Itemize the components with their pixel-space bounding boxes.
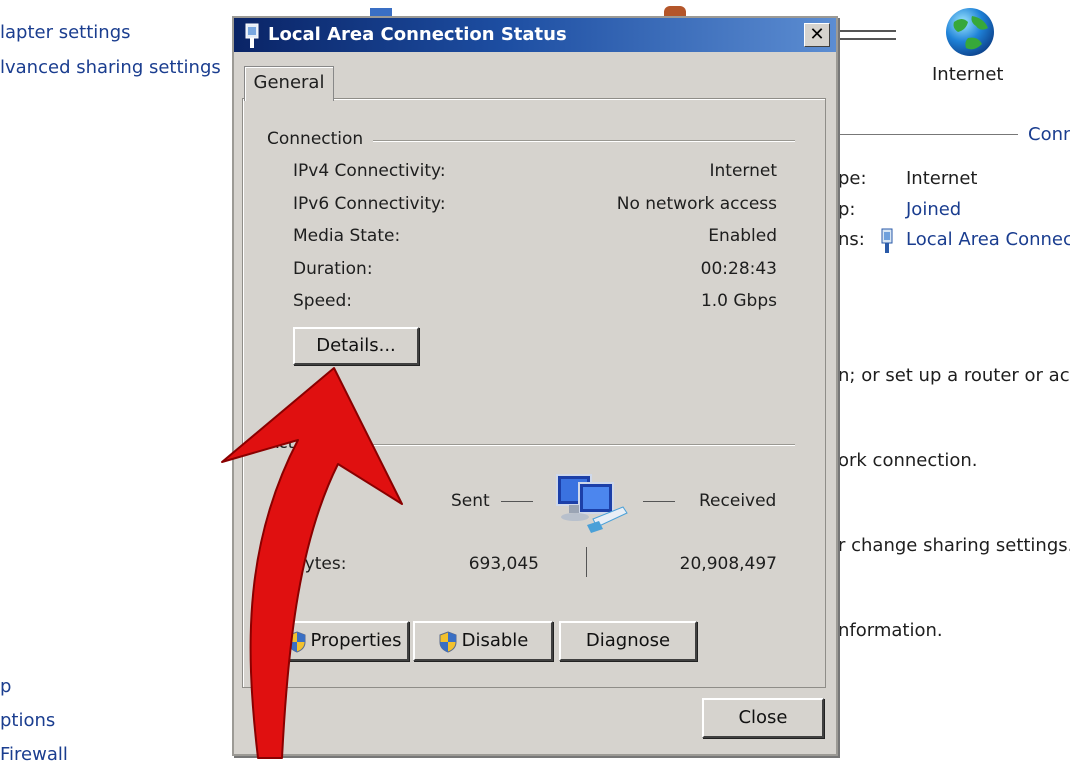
duration-value: 00:28:43 — [700, 259, 777, 279]
connection-group-header: Connection — [267, 129, 364, 149]
see-also-link-1[interactable]: p — [0, 676, 11, 697]
ipv6-connectivity-label: IPv6 Connectivity: — [293, 194, 446, 214]
activity-group-line — [323, 444, 795, 446]
activity-group-header: Act — [267, 433, 295, 453]
network-adapter-icon — [880, 228, 894, 254]
connection-group-line — [373, 140, 795, 142]
bytes-sent-value: 693,045 — [468, 554, 539, 574]
access-type-value: Internet — [906, 168, 978, 189]
see-also-link-2[interactable]: ptions — [0, 710, 55, 731]
speed-label: Speed: — [293, 291, 353, 311]
sharing-settings-text: r change sharing settings. — [838, 535, 1070, 556]
change-adapter-settings-link[interactable]: lapter settings — [0, 22, 131, 43]
received-label: Received — [699, 491, 777, 511]
close-icon[interactable]: ✕ — [804, 23, 830, 47]
computers-network-icon — [553, 469, 633, 547]
dialog-title: Local Area Connection Status — [268, 24, 567, 45]
homegroup-label: p: — [838, 199, 856, 220]
properties-button[interactable]: Properties — [279, 621, 409, 661]
bytes-received-value: 20,908,497 — [679, 554, 777, 574]
close-button[interactable]: Close — [702, 698, 824, 738]
general-tab-panel: Connection IPv4 Connectivity: Internet I… — [242, 98, 826, 688]
disable-button-label: Disable — [461, 630, 529, 651]
speed-value: 1.0 Gbps — [700, 291, 777, 311]
network-adapter-icon — [244, 23, 260, 53]
media-state-value: Enabled — [708, 226, 777, 246]
duration-label: Duration: — [293, 259, 373, 279]
connections-header-line — [838, 134, 1018, 135]
uac-shield-icon — [438, 630, 458, 653]
properties-button-label: Properties — [310, 630, 402, 651]
media-state-label: Media State: — [293, 226, 401, 246]
local-area-connection-link[interactable]: Local Area Connectio — [906, 229, 1070, 250]
sent-label: Sent — [451, 491, 490, 511]
details-button[interactable]: Details... — [293, 327, 419, 365]
globe-icon[interactable] — [944, 6, 996, 58]
ipv4-connectivity-label: IPv4 Connectivity: — [293, 161, 446, 181]
access-type-label: pe: — [838, 168, 867, 189]
sent-connector-line — [501, 501, 533, 502]
connect-link[interactable]: Conn — [1028, 124, 1070, 145]
received-connector-line — [643, 501, 675, 502]
see-also-link-3[interactable]: Firewall — [0, 744, 68, 765]
disable-button[interactable]: Disable — [413, 621, 553, 661]
local-area-connection-status-dialog: Local Area Connection Status ✕ General C… — [232, 16, 838, 756]
setup-connection-text: n; or set up a router or acces — [838, 365, 1070, 386]
uac-shield-icon — [287, 630, 307, 653]
ipv4-connectivity-value: Internet — [709, 161, 777, 181]
homegroup-joined-link[interactable]: Joined — [906, 199, 961, 220]
connect-network-text: ork connection. — [838, 450, 978, 471]
ipv6-connectivity-value: No network access — [616, 194, 777, 214]
diagnose-button[interactable]: Diagnose — [559, 621, 697, 661]
advanced-sharing-settings-link[interactable]: lvanced sharing settings — [0, 57, 221, 78]
bytes-label: Bytes: — [293, 554, 347, 574]
network-map-line — [838, 30, 896, 40]
tab-general[interactable]: General — [244, 66, 334, 101]
internet-node-label: Internet — [932, 64, 1004, 85]
troubleshoot-text: nformation. — [838, 620, 943, 641]
bytes-divider — [586, 547, 587, 577]
connections-label: ns: — [838, 229, 865, 250]
dialog-titlebar[interactable]: Local Area Connection Status ✕ — [234, 18, 836, 52]
